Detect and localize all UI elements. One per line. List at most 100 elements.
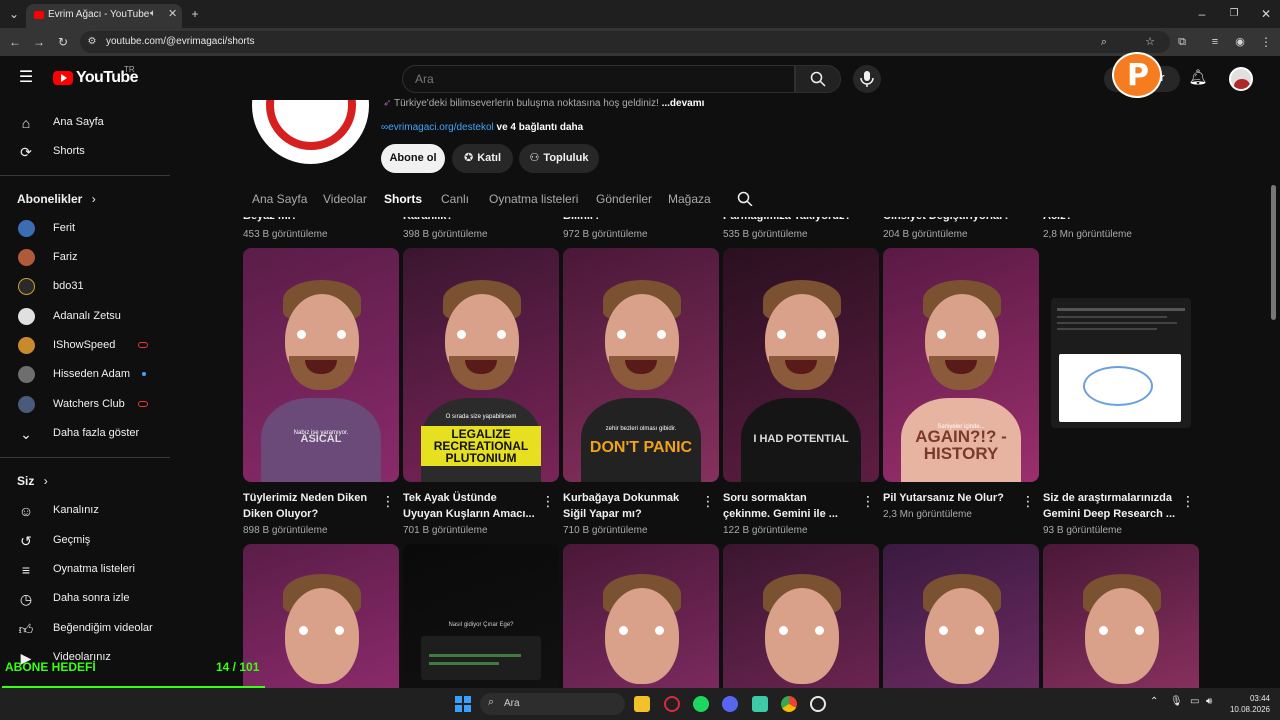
short-title[interactable]: Kurbağaya Dokunmak Siğil Yapar mı?	[563, 490, 697, 522]
subscriptions-heading[interactable]: Abonelikler ›	[17, 192, 96, 206]
sidebar-item-your-channel[interactable]: ☺ Kanalınız	[0, 496, 170, 524]
live-indicator-icon	[138, 401, 148, 407]
short-thumbnail[interactable]: AGAIN?!? -HISTORY Saniyeler içinde...	[883, 248, 1039, 482]
address-bar[interactable]: ⚙ youtube.com/@evrimagaci/shorts ⌕ ☆	[80, 31, 1170, 53]
tray-mic-icon[interactable]: 🎙︎	[1170, 696, 1183, 707]
short-thumbnail[interactable]	[883, 544, 1039, 688]
short-thumbnail[interactable]	[1043, 544, 1199, 688]
subscription-item[interactable]: IShowSpeed	[0, 331, 170, 359]
sidebar-item-history[interactable]: ↺ Geçmiş	[0, 526, 170, 554]
join-button[interactable]: ✪ Katıl	[452, 144, 513, 173]
tray-display-icon[interactable]: ▭	[1190, 696, 1199, 707]
chat-app-icon[interactable]	[752, 696, 768, 712]
sidebar-item-home[interactable]: ⌂ Ana Sayfa	[0, 108, 170, 136]
back-icon[interactable]: ←	[5, 32, 25, 52]
tab-shorts[interactable]: Shorts	[384, 192, 422, 206]
spotify-icon[interactable]	[693, 696, 709, 712]
community-button[interactable]: ⚇ Topluluk	[519, 144, 599, 173]
search-button[interactable]	[795, 65, 841, 93]
taskbar-search[interactable]: ⌕ Ara	[480, 693, 625, 715]
short-view-count: 93 B görüntüleme	[1043, 525, 1122, 536]
short-thumbnail[interactable]: Nasıl gidiyor Çınar Ege?	[403, 544, 559, 688]
taskbar-clock[interactable]: 03:44 10.08.2026	[1230, 693, 1270, 715]
short-thumbnail[interactable]: LEGALIZE RECREATIONAL PLUTONIUM O sırada …	[403, 248, 559, 482]
short-title[interactable]: Siz de araştırmalarınızda Gemini Deep Res…	[1043, 490, 1177, 522]
more-options-icon[interactable]: ⋮	[701, 492, 715, 510]
short-title[interactable]: Pil Yutarsanız Ne Olur?	[883, 490, 1017, 506]
short-title[interactable]: Tüylerimiz Neden Diken Diken Oluyor?	[243, 490, 377, 522]
more-options-icon[interactable]: ⋮	[1021, 492, 1035, 510]
search-input[interactable]	[415, 72, 775, 86]
sidebar-item-watch-later[interactable]: ◷ Daha sonra izle	[0, 584, 170, 612]
restore-icon[interactable]: ❐	[1224, 4, 1244, 24]
tray-volume-icon[interactable]: 🔊︎	[1206, 696, 1212, 707]
chrome-icon[interactable]	[781, 696, 797, 712]
short-thumbnail[interactable]: DON'T PANIC zehir bezleri olması gibidir.	[563, 248, 719, 482]
avatar	[18, 278, 35, 295]
tab-live[interactable]: Canlı	[441, 192, 469, 206]
new-tab-icon[interactable]: +	[185, 4, 205, 24]
subscription-item[interactable]: Adanalı Zetsu	[0, 302, 170, 330]
tray-chevron-icon[interactable]: ⌃	[1150, 696, 1158, 707]
site-info-icon[interactable]: ⚙	[82, 32, 102, 52]
browser-menu-icon[interactable]: ⋮	[1256, 32, 1276, 52]
more-options-icon[interactable]: ⋮	[861, 492, 875, 510]
obs-icon[interactable]	[810, 696, 826, 712]
tab-videos[interactable]: Videolar	[323, 192, 367, 206]
close-tab-icon[interactable]: ✕	[168, 7, 177, 20]
sidebar-item-shorts[interactable]: ⟳ Shorts	[0, 137, 170, 165]
short-title[interactable]: Soru sormaktan çekinme. Gemini ile ...	[723, 490, 857, 522]
profile-icon[interactable]: ◉	[1230, 32, 1250, 52]
tab-posts[interactable]: Gönderiler	[596, 192, 652, 206]
reload-icon[interactable]: ↻	[53, 32, 73, 52]
short-thumbnail[interactable]: ASICAL Nabız ise yaramıyor.	[243, 248, 399, 482]
short-thumbnail[interactable]	[1043, 248, 1199, 482]
minimize-icon[interactable]: –	[1192, 4, 1212, 24]
more-options-icon[interactable]: ⋮	[1181, 492, 1195, 510]
channel-links[interactable]: ∞evrimagaci.org/destekol ve 4 bağlantı d…	[381, 122, 583, 133]
subscribe-button[interactable]: Abone ol	[381, 144, 445, 173]
media-control-icon[interactable]: ≡	[1205, 32, 1225, 52]
channel-search-icon[interactable]	[737, 191, 753, 207]
short-thumbnail[interactable]	[243, 544, 399, 688]
show-more-button[interactable]: ⌄ Daha fazla göster	[0, 419, 170, 447]
zoom-icon[interactable]: ⌕	[1094, 32, 1114, 52]
subscription-item[interactable]: Watchers Club	[0, 390, 170, 418]
subscription-item[interactable]: Ferit	[0, 214, 170, 242]
discord-icon[interactable]	[722, 696, 738, 712]
short-thumbnail[interactable]	[563, 544, 719, 688]
tab-search-chevron-icon[interactable]: ⌄	[4, 4, 24, 24]
account-avatar[interactable]	[1229, 67, 1253, 91]
subscription-item[interactable]: bdo31	[0, 272, 170, 300]
page-scrollbar[interactable]	[1271, 185, 1276, 320]
opera-icon[interactable]	[664, 696, 680, 712]
extensions-icon[interactable]: ⧉	[1172, 32, 1192, 52]
window-close-icon[interactable]: ✕	[1256, 4, 1276, 24]
channel-description[interactable]: ➶ Türkiye'deki bilimseverlerin buluşma n…	[383, 98, 704, 109]
forward-icon[interactable]: →	[29, 32, 49, 52]
notifications-bell-icon[interactable]: 🔔︎	[1188, 68, 1208, 88]
subscription-item[interactable]: Fariz	[0, 243, 170, 271]
tab-playlists[interactable]: Oynatma listeleri	[489, 192, 578, 206]
short-thumbnail[interactable]: I HAD POTENTIAL	[723, 248, 879, 482]
windows-start-icon[interactable]	[455, 696, 471, 712]
more-options-icon[interactable]: ⋮	[541, 492, 555, 510]
tab-store[interactable]: Mağaza	[668, 192, 711, 206]
file-explorer-icon[interactable]	[634, 696, 650, 712]
short-title[interactable]: Tek Ayak Üstünde Uyuyan Kuşların Amacı...	[403, 490, 537, 522]
more-options-icon[interactable]: ⋮	[381, 492, 395, 510]
search-box[interactable]	[402, 65, 795, 93]
sidebar-item-liked-videos[interactable]: 👍︎ Beğendiğim videolar	[0, 614, 170, 642]
short-thumbnail[interactable]	[723, 544, 879, 688]
hamburger-menu-icon[interactable]: ☰	[16, 68, 36, 88]
subscription-item[interactable]: Hisseden Adam	[0, 360, 170, 388]
browser-tab[interactable]: Evrim Ağacı - YouTube 🔈︎ ✕	[26, 4, 182, 28]
speaker-icon[interactable]: 🔈︎	[150, 8, 156, 19]
tab-home[interactable]: Ana Sayfa	[252, 192, 307, 206]
sidebar-item-playlists[interactable]: ≡ Oynatma listeleri	[0, 555, 170, 583]
you-heading[interactable]: Siz ›	[17, 474, 48, 488]
bookmark-star-icon[interactable]: ☆	[1140, 32, 1160, 52]
voice-search-button[interactable]	[853, 65, 881, 93]
show-more-label: Daha fazla göster	[53, 427, 140, 439]
channel-avatar[interactable]	[252, 100, 369, 164]
